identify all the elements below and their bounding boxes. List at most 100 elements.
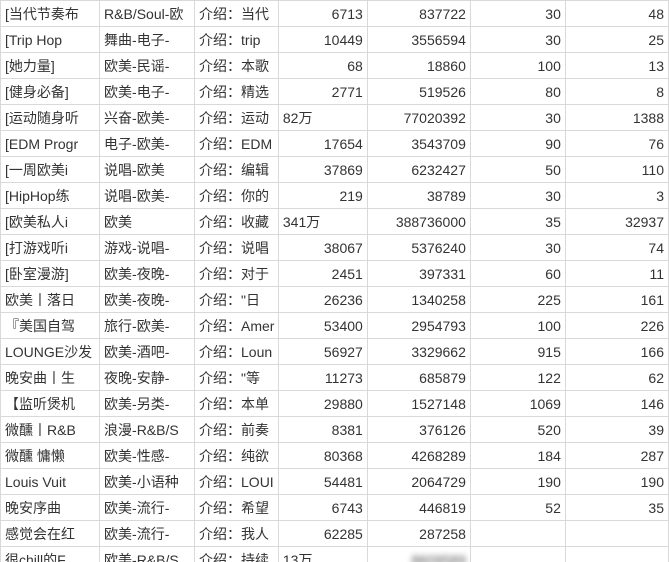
cell-text[interactable]: 介绍：当代 [195,1,279,27]
cell-value[interactable]: 4268289 [367,443,470,469]
cell-value[interactable]: 287258 [367,521,470,547]
cell-value[interactable]: 52 [470,495,565,521]
cell-text[interactable]: 浪漫-R&B/S [100,417,195,443]
cell-value[interactable]: 5376240 [367,235,470,261]
cell-value[interactable] [565,521,668,547]
table-row[interactable]: [欧美私人i欧美介绍：收藏341万3887360003532937 [1,209,669,235]
cell-text[interactable]: 【监听煲机 [1,391,100,417]
cell-value[interactable]: 29880 [278,391,367,417]
cell-value[interactable]: 48 [565,1,668,27]
table-row[interactable]: 『美国自驾旅行-欧美-介绍：Amer534002954793100226 [1,313,669,339]
cell-text[interactable]: 欧美-夜晚- [100,287,195,313]
cell-text[interactable]: [当代节奏布 [1,1,100,27]
table-row[interactable]: 微醺 慵懒欧美-性感-介绍：纯欲803684268289184287 [1,443,669,469]
cell-text[interactable]: 介绍：收藏 [195,209,279,235]
cell-value[interactable]: 6713 [278,1,367,27]
cell-value[interactable]: 2771 [278,79,367,105]
cell-value[interactable]: 68 [278,53,367,79]
table-row[interactable]: [EDM Progr电子-欧美-介绍：EDM1765435437099076 [1,131,669,157]
cell-value[interactable]: 388736000 [367,209,470,235]
cell-value[interactable]: 3 [565,183,668,209]
cell-value[interactable]: 100 [470,53,565,79]
cell-value[interactable]: 3329662 [367,339,470,365]
cell-text[interactable]: 介绍：持续 [195,547,279,562]
cell-text[interactable]: 介绍：对于 [195,261,279,287]
cell-text[interactable]: 欧美-小语种 [100,469,195,495]
cell-value[interactable]: 38789 [367,183,470,209]
cell-text[interactable]: 旅行-欧美- [100,313,195,339]
cell-value[interactable]: 62285 [278,521,367,547]
cell-value[interactable]: 38067 [278,235,367,261]
cell-text[interactable]: 很chill的F [1,547,100,562]
cell-text[interactable]: 介绍："等 [195,365,279,391]
table-row[interactable]: [健身必备]欧美-电子-介绍：精选2771519526808 [1,79,669,105]
cell-value[interactable]: 50 [470,157,565,183]
cell-value[interactable]: 166 [565,339,668,365]
cell-text[interactable]: 介绍：LOUI [195,469,279,495]
table-row[interactable]: Louis Vuit欧美-小语种介绍：LOUI54481206472919019… [1,469,669,495]
cell-text[interactable]: 介绍：说唱 [195,235,279,261]
table-row[interactable]: [HipHop练说唱-欧美-介绍：你的21938789303 [1,183,669,209]
cell-value[interactable]: 190 [565,469,668,495]
cell-text[interactable]: [HipHop练 [1,183,100,209]
cell-text[interactable]: [一周欧美i [1,157,100,183]
cell-text[interactable]: 介绍：纯欲 [195,443,279,469]
cell-text[interactable]: 晚安序曲 [1,495,100,521]
cell-value[interactable]: 80368 [278,443,367,469]
cell-value[interactable]: 35 [565,495,668,521]
cell-value[interactable]: 446819 [367,495,470,521]
cell-text[interactable]: 电子-欧美- [100,131,195,157]
cell-value[interactable]: 1388 [565,105,668,131]
cell-text[interactable]: 介绍：运动 [195,105,279,131]
cell-text[interactable]: [她力量] [1,53,100,79]
cell-value[interactable]: 17654 [278,131,367,157]
cell-text[interactable]: 欧美-民谣- [100,53,195,79]
table-row[interactable]: 【监听煲机欧美-另类-介绍：本单2988015271481069146 [1,391,669,417]
cell-value[interactable]: 225 [470,287,565,313]
cell-text[interactable]: [运动随身听 [1,105,100,131]
cell-value[interactable]: 6743 [278,495,367,521]
cell-text[interactable]: [卧室漫游] [1,261,100,287]
cell-text[interactable]: 介绍：精选 [195,79,279,105]
cell-value[interactable]: 520 [470,417,565,443]
cell-value[interactable]: 39 [565,417,668,443]
cell-value[interactable]: 53400 [278,313,367,339]
cell-value[interactable]: 184 [470,443,565,469]
cell-value[interactable]: 1340258 [367,287,470,313]
cell-text[interactable]: 介绍：我人 [195,521,279,547]
cell-value[interactable]: 8 [565,79,668,105]
cell-value[interactable]: 26236 [278,287,367,313]
cell-value[interactable]: 341万 [278,209,367,235]
cell-text[interactable]: 欧美-电子- [100,79,195,105]
table-row[interactable]: [一周欧美i说唱-欧美介绍：编辑37869623242750110 [1,157,669,183]
cell-value[interactable]: 146 [565,391,668,417]
cell-value[interactable]: 287 [565,443,668,469]
cell-value[interactable]: 30 [470,235,565,261]
cell-value[interactable]: 11 [565,261,668,287]
cell-text[interactable]: 介绍：Loun [195,339,279,365]
cell-text[interactable]: 介绍：本单 [195,391,279,417]
cell-text[interactable]: 兴奋-欧美- [100,105,195,131]
cell-text[interactable]: 介绍：前奏 [195,417,279,443]
cell-text[interactable]: 欧美-酒吧- [100,339,195,365]
cell-text[interactable]: 介绍：本歌 [195,53,279,79]
cell-value[interactable]: 56927 [278,339,367,365]
cell-value[interactable]: 397331 [367,261,470,287]
cell-value[interactable] [470,521,565,547]
cell-text[interactable]: 介绍：希望 [195,495,279,521]
cell-text[interactable]: Louis Vuit [1,469,100,495]
cell-value[interactable]: 219 [278,183,367,209]
cell-value[interactable]: 30 [470,27,565,53]
cell-value[interactable]: 110 [565,157,668,183]
cell-value[interactable]: 30 [470,183,565,209]
cell-value[interactable]: 35 [470,209,565,235]
cell-value[interactable]: 74 [565,235,668,261]
data-grid[interactable]: [当代节奏布R&B/Soul-欧介绍：当代67138377223048[Trip… [0,0,669,562]
table-row[interactable]: 微醺丨R&B浪漫-R&B/S介绍：前奏838137612652039 [1,417,669,443]
cell-value[interactable]: 2064729 [367,469,470,495]
cell-value[interactable]: 376126 [367,417,470,443]
cell-text[interactable]: 介绍："日 [195,287,279,313]
cell-value[interactable]: 226 [565,313,668,339]
cell-value[interactable]: 62 [565,365,668,391]
cell-value[interactable]: 2451 [278,261,367,287]
